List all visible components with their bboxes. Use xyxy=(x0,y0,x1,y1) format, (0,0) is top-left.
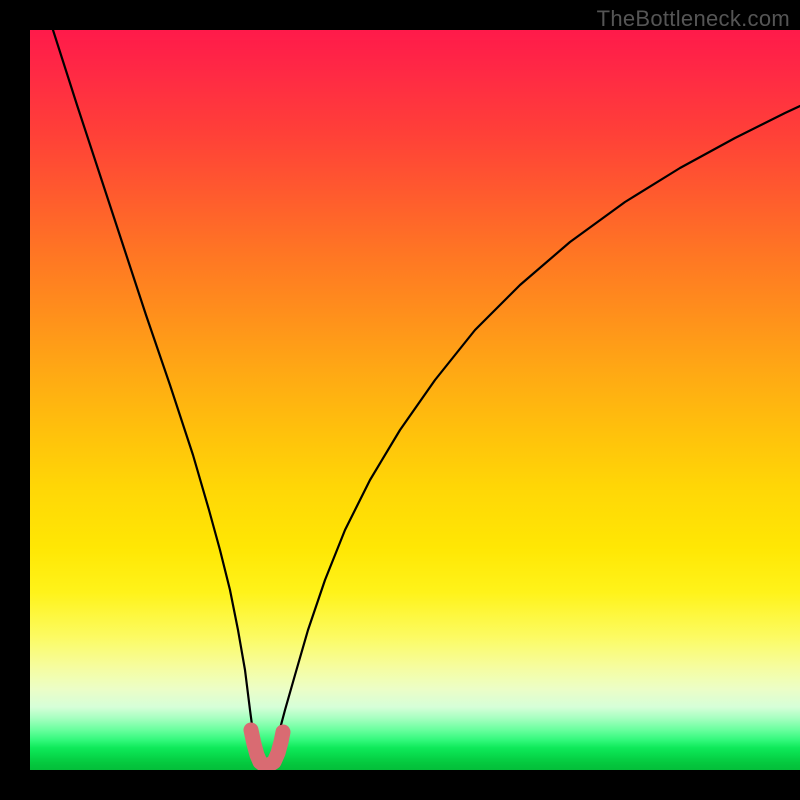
watermark-text: TheBottleneck.com xyxy=(597,6,790,32)
chart-svg xyxy=(30,30,800,770)
bottleneck-curve xyxy=(53,30,800,765)
bottom-marker xyxy=(251,730,283,765)
chart-frame: TheBottleneck.com xyxy=(30,0,800,770)
